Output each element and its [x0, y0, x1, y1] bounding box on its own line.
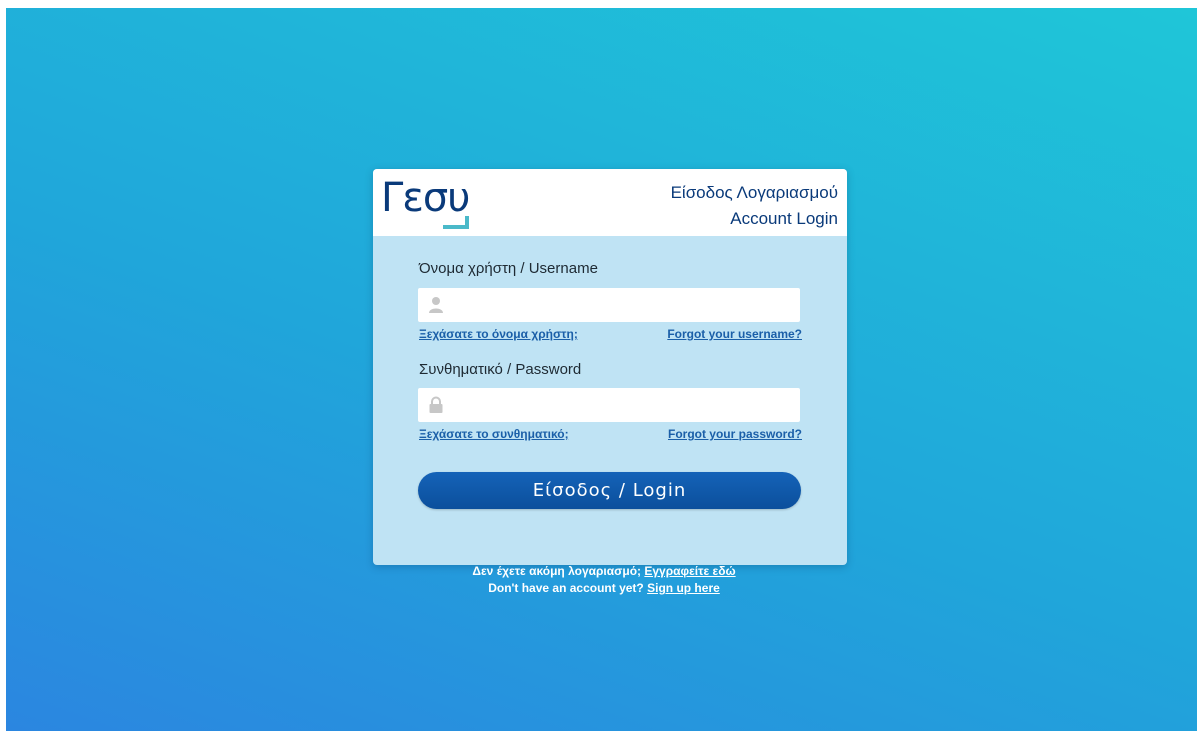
- card-header: Γεσυ Είσοδος Λογαριασμού Account Login: [373, 169, 847, 236]
- signup-text-english: Don't have an account yet?: [488, 581, 644, 595]
- lock-icon: [429, 396, 443, 413]
- user-icon: [429, 297, 443, 313]
- signup-line-greek: Δεν έχετε ακόμη λογαριασμό; Εγγραφείτε ε…: [367, 563, 841, 580]
- signup-link-greek[interactable]: Εγγραφείτε εδώ: [644, 564, 735, 578]
- header-titles: Είσοδος Λογαριασμού Account Login: [671, 180, 838, 232]
- signup-link-english[interactable]: Sign up here: [647, 581, 720, 595]
- title-greek: Είσοδος Λογαριασμού: [670, 183, 838, 202]
- signup-prompt: Δεν έχετε ακόμη λογαριασμό; Εγγραφείτε ε…: [367, 563, 841, 597]
- login-card: Γεσυ Είσοδος Λογαριασμού Account Login Ό…: [373, 169, 847, 565]
- logo-bracket-mark: [443, 216, 469, 229]
- password-field[interactable]: [418, 388, 800, 422]
- title-english: Account Login: [730, 209, 838, 228]
- username-label: Όνομα χρήστη / Username: [419, 260, 598, 277]
- forgot-username-link-gr[interactable]: Ξεχάσατε το όνομα χρήστη;: [419, 327, 578, 341]
- forgot-username-link-en[interactable]: Forgot your username?: [667, 327, 802, 341]
- signup-text-greek: Δεν έχετε ακόμη λογαριασμό;: [472, 564, 642, 578]
- password-label: Συνθηματικό / Password: [419, 361, 582, 378]
- username-input[interactable]: [452, 288, 792, 322]
- page-background: Γεσυ Είσοδος Λογαριασμού Account Login Ό…: [6, 8, 1197, 731]
- password-input[interactable]: [452, 388, 792, 422]
- forgot-password-link-gr[interactable]: Ξεχάσατε το συνθηματικό;: [419, 427, 569, 441]
- login-button[interactable]: Είσοδος / Login: [418, 472, 801, 509]
- signup-line-english: Don't have an account yet? Sign up here: [367, 580, 841, 597]
- forgot-password-link-en[interactable]: Forgot your password?: [668, 427, 802, 441]
- gesy-logo: Γεσυ: [381, 175, 476, 233]
- logo-text: Γεσυ: [381, 175, 470, 221]
- username-field[interactable]: [418, 288, 800, 322]
